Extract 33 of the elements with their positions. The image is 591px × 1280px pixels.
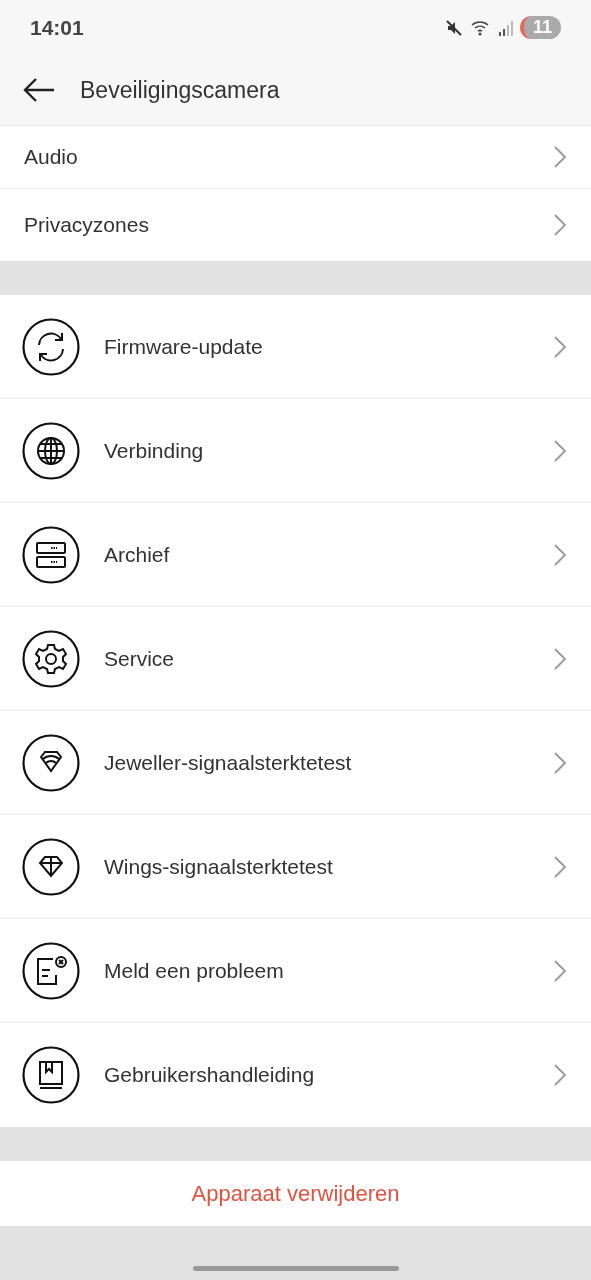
page-title: Beveiligingscamera	[80, 76, 280, 104]
chevron-icon	[553, 145, 567, 169]
chevron-icon	[553, 542, 567, 567]
settings-item[interactable]: Jeweller-signaalsterktetest	[0, 711, 591, 815]
diamond-signal-icon	[22, 733, 80, 792]
settings-item[interactable]: Gebruikershandleiding	[0, 1023, 591, 1127]
document-error-icon	[22, 941, 80, 1000]
chevron-icon	[553, 750, 567, 775]
chevron-icon	[553, 334, 567, 359]
chevron-icon	[553, 958, 567, 983]
settings-item[interactable]: Audio	[0, 126, 591, 189]
chevron-icon	[553, 854, 567, 879]
battery-indicator: 11	[519, 16, 561, 39]
chevron-icon	[553, 1063, 567, 1087]
settings-item[interactable]: Archief	[0, 503, 591, 607]
chevron-icon	[553, 646, 567, 671]
delete-device-button[interactable]: Apparaat verwijderen	[0, 1161, 591, 1226]
book-icon	[22, 1046, 80, 1104]
globe-icon	[22, 421, 80, 480]
chevron-icon	[553, 213, 567, 237]
settings-item[interactable]: Privacyzones	[0, 189, 591, 261]
chevron-icon	[553, 438, 567, 463]
mute-icon	[443, 17, 464, 38]
settings-item[interactable]: Firmware-update	[0, 295, 591, 399]
status-time: 14:01	[30, 15, 84, 40]
settings-item[interactable]: Verbinding	[0, 399, 591, 503]
settings-item[interactable]: Wings-signaalsterktetest	[0, 815, 591, 919]
refresh-icon	[22, 317, 80, 376]
signal-icon	[497, 18, 514, 37]
gear-icon	[22, 629, 80, 688]
settings-item[interactable]: Service	[0, 607, 591, 711]
settings-item[interactable]: Meld een probleem	[0, 919, 591, 1023]
server-icon	[22, 525, 80, 584]
